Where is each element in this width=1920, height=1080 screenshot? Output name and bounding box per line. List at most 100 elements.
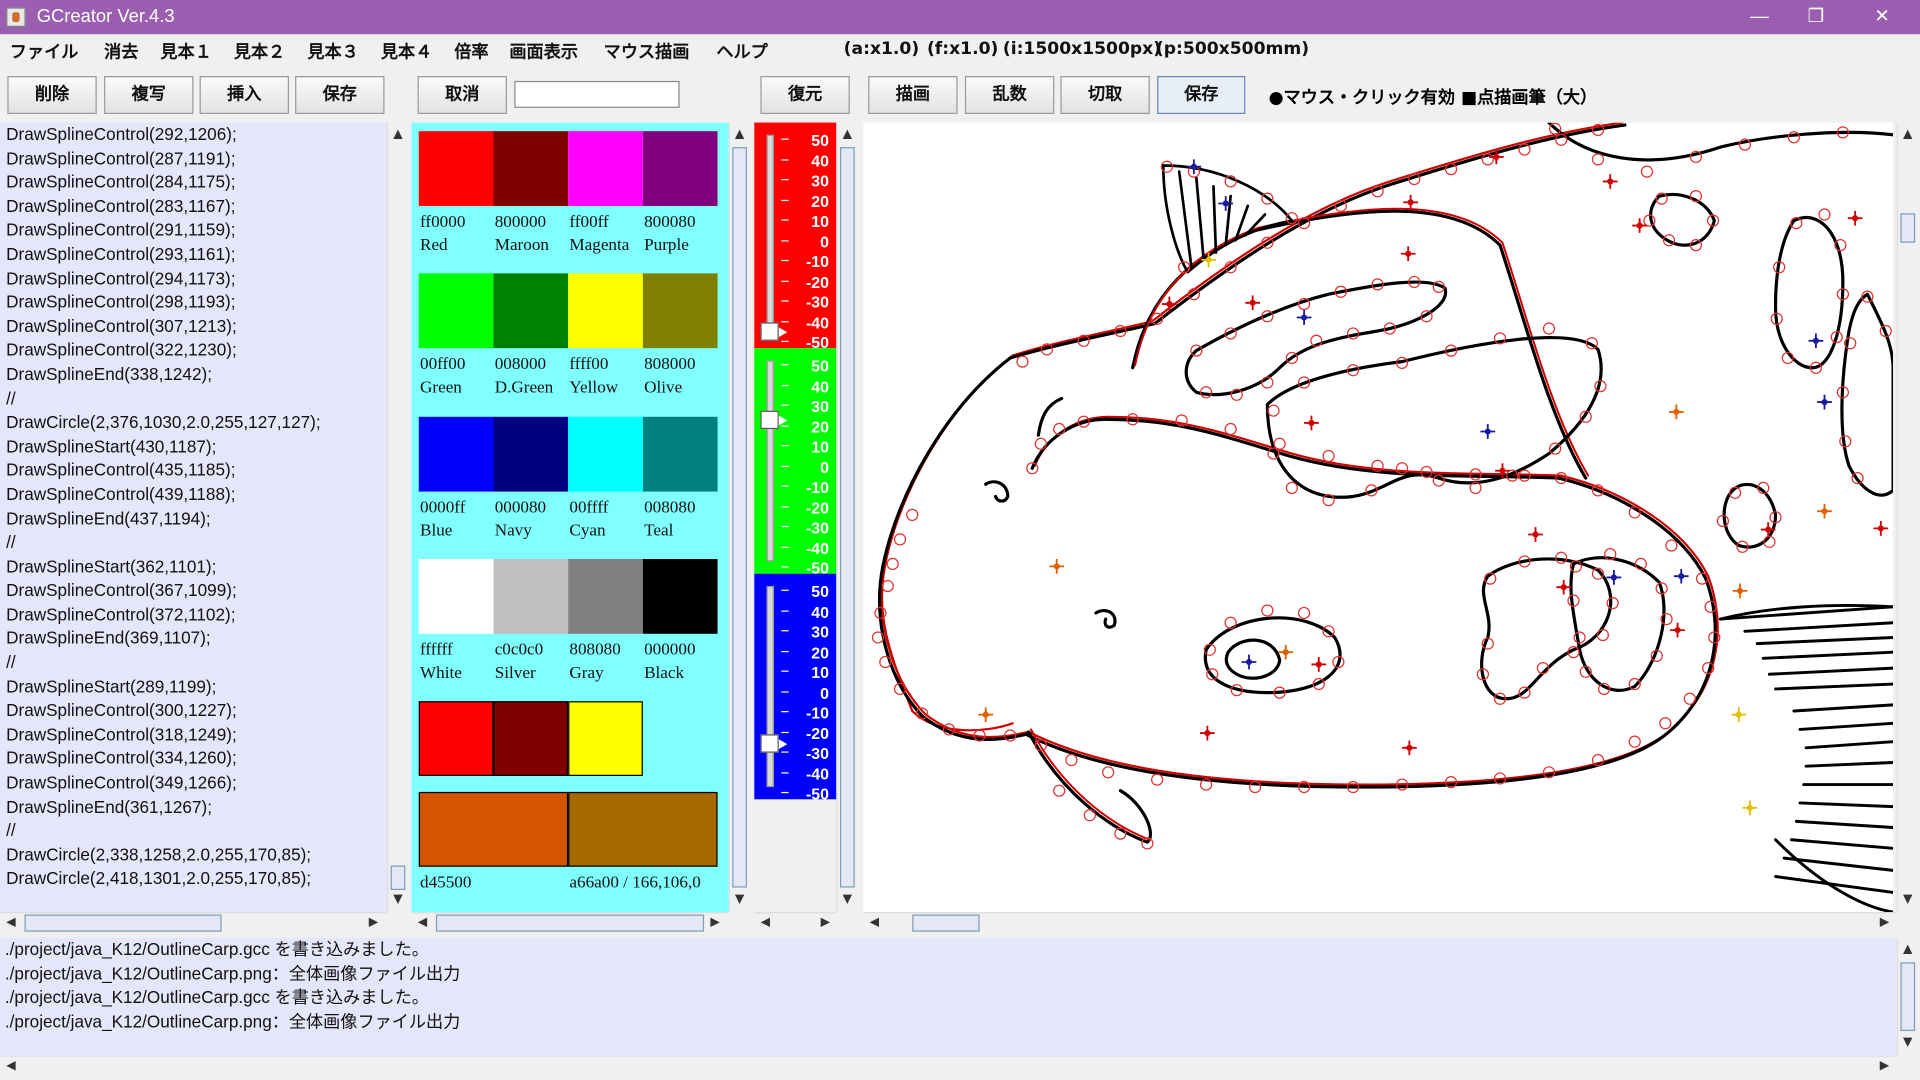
code-line[interactable]: DrawSplineControl(300,1227);	[0, 699, 387, 723]
scroll-up-arrow-icon[interactable]: ▲	[388, 125, 408, 145]
code-line[interactable]: DrawSplineControl(367,1099);	[0, 579, 387, 603]
canvas-vscroll-thumb[interactable]	[1900, 213, 1916, 243]
scroll-right-arrow-icon[interactable]: ▶	[1875, 913, 1895, 933]
spline-control-point[interactable]	[1224, 616, 1237, 629]
spline-control-point[interactable]	[1016, 355, 1029, 368]
spline-control-point[interactable]	[906, 508, 919, 522]
red-channel-slider[interactable]: 50 40 30 20 10 0 -10 -20 -30 -40 -50	[754, 122, 837, 352]
scroll-up-arrow-icon[interactable]: ▲	[1898, 125, 1918, 145]
restore-button[interactable]: 復元	[760, 76, 850, 115]
scroll-right-arrow-icon[interactable]: ▶	[364, 913, 384, 933]
code-line[interactable]: DrawSplineEnd(437,1194);	[0, 507, 387, 531]
color-swatch-white[interactable]	[418, 559, 494, 634]
code-line[interactable]: DrawSplineControl(287,1191);	[0, 147, 387, 171]
menu-zoom[interactable]: 倍率	[454, 39, 488, 64]
code-line[interactable]: DrawSplineStart(289,1199);	[0, 675, 387, 699]
code-line[interactable]: //	[0, 651, 387, 675]
scroll-up-arrow-icon[interactable]: ▲	[730, 125, 750, 145]
spline-control-point[interactable]	[1273, 437, 1286, 450]
code-line[interactable]: //	[0, 819, 387, 843]
code-line[interactable]: //	[0, 387, 387, 411]
code-line[interactable]: DrawSplineControl(292,1206);	[0, 123, 387, 147]
slider-vertical-scrollbar[interactable]: ▲ ▼	[836, 122, 858, 913]
color-swatch-purple[interactable]	[642, 131, 718, 206]
spline-control-point[interactable]	[1683, 692, 1696, 705]
code-line[interactable]: DrawSplineControl(349,1266);	[0, 771, 387, 795]
color-swatch-black[interactable]	[642, 559, 718, 634]
slider-thumb[interactable]	[760, 322, 788, 341]
code-line[interactable]: DrawSplineEnd(338,1242);	[0, 363, 387, 387]
code-line[interactable]: DrawSplineControl(294,1173);	[0, 267, 387, 291]
maximize-button[interactable]: ❐	[1788, 0, 1844, 34]
canvas-vertical-scrollbar[interactable]: ▲ ▼	[1896, 122, 1918, 913]
blue-channel-slider[interactable]: 50 40 30 20 10 0 -10 -20 -30 -40 -50	[754, 573, 837, 803]
code-line[interactable]: DrawSplineStart(362,1101);	[0, 555, 387, 579]
carp-outline-drawing[interactable]	[863, 122, 1894, 913]
menu-display[interactable]: 画面表示	[509, 39, 578, 64]
code-vscroll-thumb[interactable]	[390, 865, 406, 891]
menu-sample-2[interactable]: 見本２	[234, 39, 285, 64]
spline-control-point[interactable]	[1542, 322, 1556, 335]
code-line[interactable]: DrawSplineControl(435,1185);	[0, 459, 387, 483]
color-swatch-silver[interactable]	[493, 559, 569, 634]
scroll-down-arrow-icon[interactable]: ▼	[730, 890, 750, 910]
scroll-right-arrow-icon[interactable]: ▶	[816, 913, 836, 933]
spline-control-point[interactable]	[1261, 604, 1274, 617]
menu-sample-3[interactable]: 見本３	[307, 39, 358, 64]
slider-vscroll-thumb[interactable]	[840, 147, 855, 888]
spline-control-point[interactable]	[1224, 422, 1237, 436]
spline-control-point[interactable]	[1591, 153, 1605, 166]
spline-control-point[interactable]	[1083, 809, 1096, 822]
spline-control-point[interactable]	[886, 557, 899, 571]
palette-horizontal-scrollbar[interactable]: ◀ ▶	[411, 912, 729, 933]
color-swatch-d-green[interactable]	[493, 273, 569, 349]
scroll-down-arrow-icon[interactable]: ▼	[1898, 890, 1918, 910]
slider-track[interactable]	[766, 134, 774, 336]
scroll-left-arrow-icon[interactable]: ◀	[1, 913, 21, 933]
code-line[interactable]: DrawSplineControl(318,1249);	[0, 723, 387, 747]
recent-color-swatch[interactable]	[493, 701, 569, 776]
color-swatch-blue[interactable]	[418, 416, 494, 492]
spline-control-point[interactable]	[1102, 766, 1115, 779]
code-line[interactable]: DrawSplineEnd(369,1107);	[0, 627, 387, 651]
spline-control-point[interactable]	[1053, 784, 1066, 797]
drawing-canvas[interactable]	[863, 122, 1894, 913]
code-line[interactable]: DrawCircle(2,418,1301,2.0,255,170,85);	[0, 867, 387, 891]
spline-control-point[interactable]	[1034, 437, 1047, 450]
menu-clear[interactable]: 消去	[104, 39, 138, 64]
copy-button[interactable]: 複写	[104, 76, 194, 115]
spline-control-point[interactable]	[1659, 717, 1672, 730]
canvas-hscroll-thumb[interactable]	[912, 914, 980, 932]
spline-control-point[interactable]	[881, 579, 894, 593]
menu-mouse-draw[interactable]: マウス描画	[604, 39, 690, 64]
code-line[interactable]: //	[0, 531, 387, 555]
spline-control-point[interactable]	[1818, 208, 1831, 221]
code-line[interactable]: DrawSplineControl(284,1175);	[0, 171, 387, 195]
code-line[interactable]: DrawSplineControl(322,1230);	[0, 339, 387, 363]
code-line[interactable]: DrawSplineEnd(361,1267);	[0, 795, 387, 819]
spline-control-point[interactable]	[1285, 481, 1298, 495]
code-line[interactable]: DrawSplineControl(283,1167);	[0, 195, 387, 219]
scroll-left-arrow-icon[interactable]: ◀	[864, 913, 884, 933]
color-swatch-magenta[interactable]	[568, 131, 643, 206]
palette-vertical-scrollbar[interactable]: ▲ ▼	[728, 122, 750, 913]
code-line[interactable]: DrawSplineControl(298,1193);	[0, 291, 387, 315]
recent-color-swatch[interactable]	[568, 701, 643, 776]
green-channel-slider[interactable]: 50 40 30 20 10 0 -10 -20 -30 -40 -50	[754, 348, 837, 577]
spline-control-point[interactable]	[1065, 753, 1078, 767]
slider-horizontal-scrollbar[interactable]: ◀ ▶	[754, 912, 837, 933]
spline-control-point[interactable]	[893, 533, 907, 546]
close-button[interactable]: ✕	[1854, 0, 1910, 34]
spline-control-point[interactable]	[1267, 404, 1280, 417]
scroll-left-arrow-icon[interactable]: ◀	[1, 1057, 21, 1077]
current-color-primary[interactable]	[418, 791, 569, 867]
cut-button[interactable]: 切取	[1060, 76, 1150, 115]
slider-track[interactable]	[766, 360, 774, 562]
code-line[interactable]: DrawSplineControl(293,1161);	[0, 243, 387, 267]
spline-control-point[interactable]	[1628, 735, 1641, 748]
log-vscroll-thumb[interactable]	[1900, 962, 1916, 1031]
save-image-button[interactable]: 保存	[1157, 76, 1246, 115]
menu-sample-4[interactable]: 見本４	[381, 39, 432, 64]
color-swatch-navy[interactable]	[493, 416, 569, 492]
minimize-button[interactable]: —	[1731, 0, 1787, 34]
